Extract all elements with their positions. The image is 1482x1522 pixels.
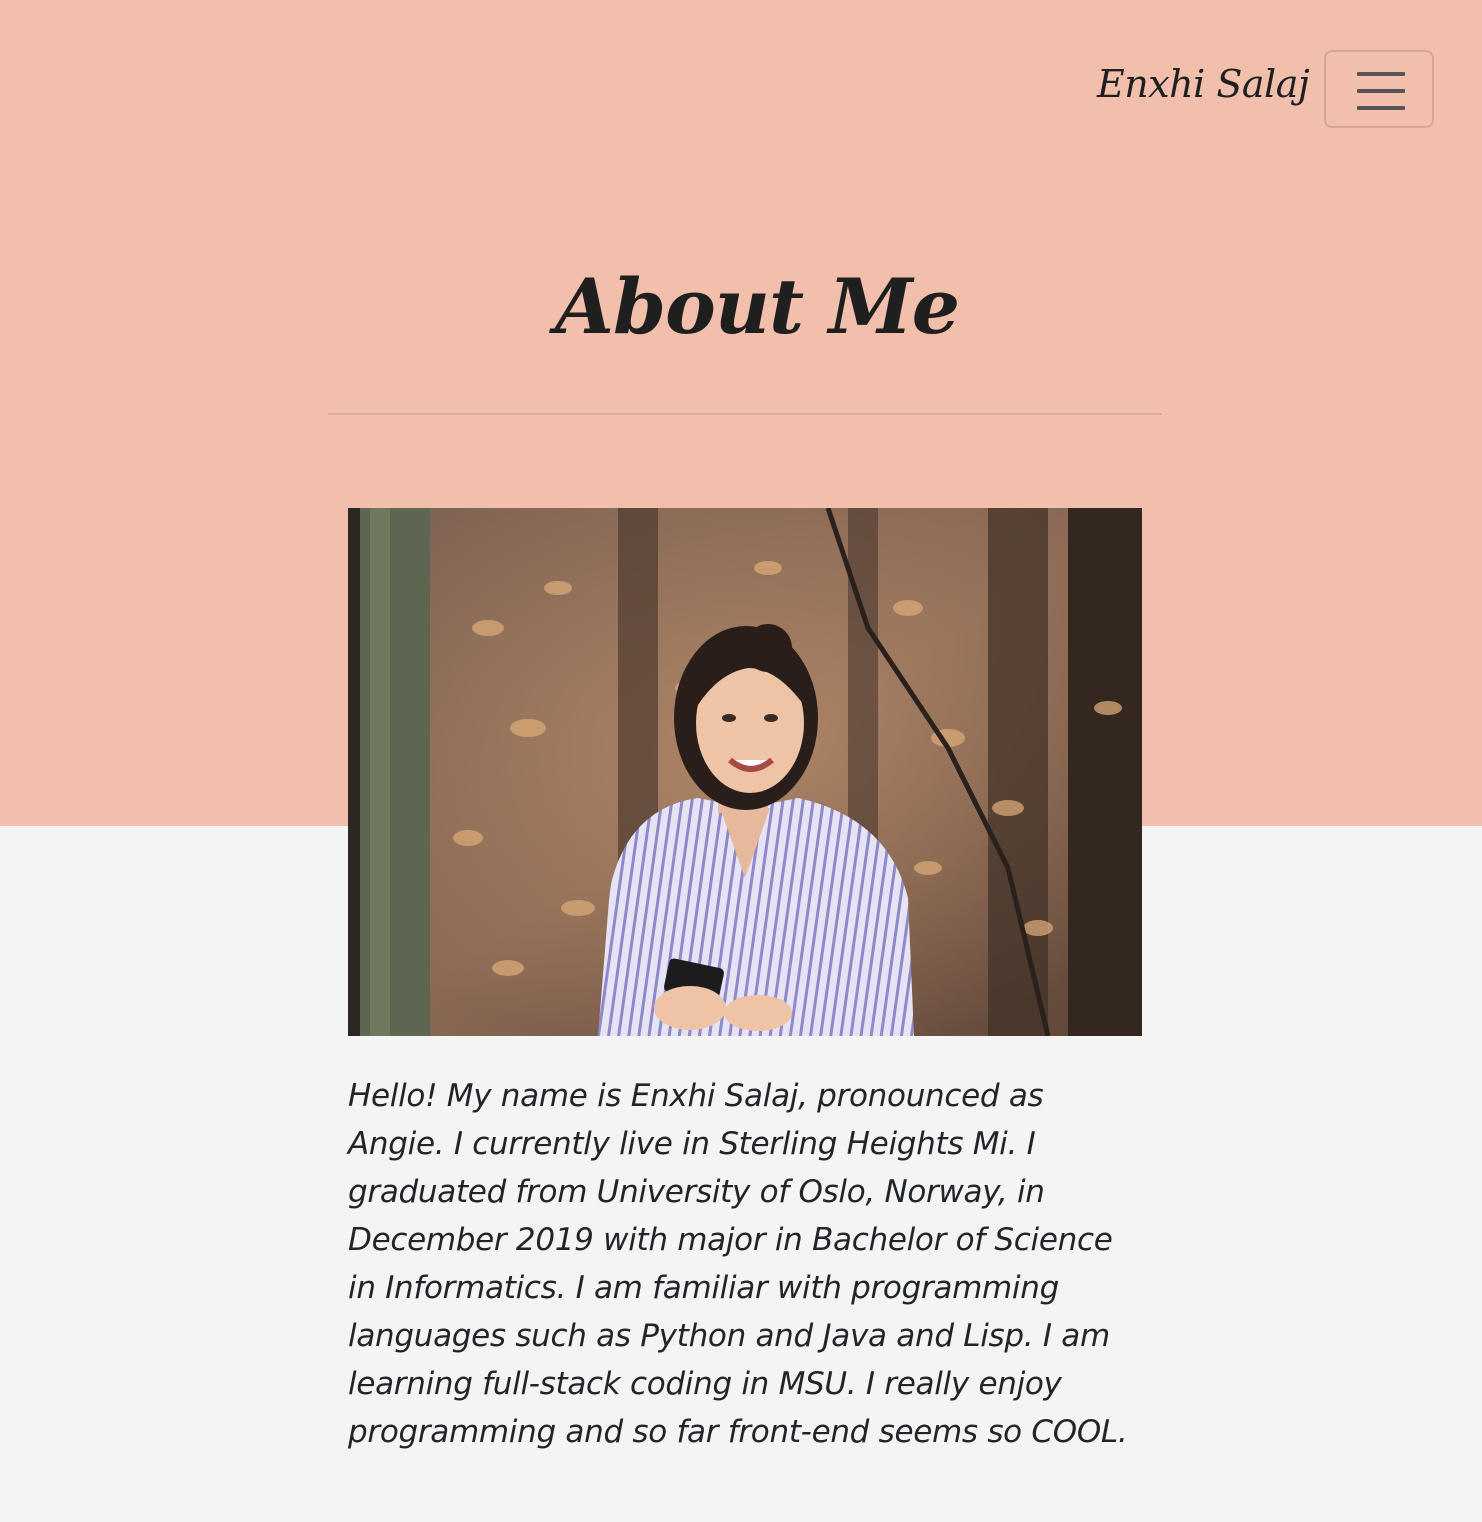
navbar: Enxhi Salaj [0, 0, 1482, 180]
navbar-toggle-button[interactable] [1324, 50, 1434, 128]
divider [328, 413, 1162, 415]
page: Enxhi Salaj About Me Hello! My name is E… [0, 0, 1482, 1522]
page-title: About Me [555, 262, 960, 351]
bio-text: Hello! My name is Enxhi Salaj, pronounce… [348, 1078, 1128, 1450]
profile-photo [348, 508, 1142, 1036]
brand-link[interactable]: Enxhi Salaj [1097, 62, 1310, 106]
